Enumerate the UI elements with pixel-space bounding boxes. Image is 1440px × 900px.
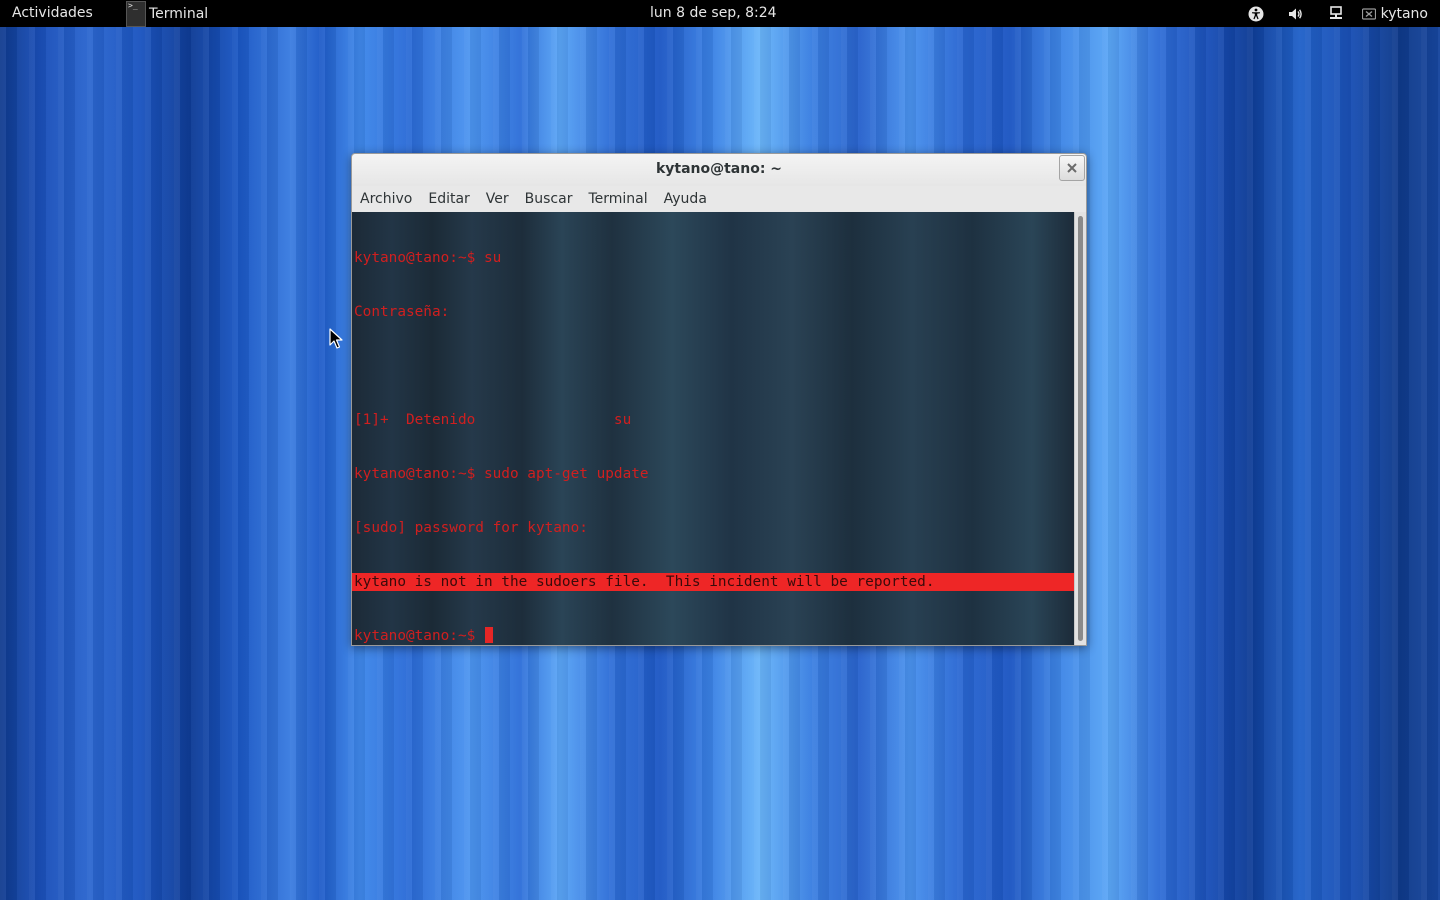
terminal-prompt-line: kytano@tano:~$ bbox=[354, 627, 1074, 645]
terminal-lines: kytano@tano:~$ su Contraseña: [1]+ Deten… bbox=[352, 213, 1074, 645]
close-icon bbox=[1067, 163, 1077, 173]
menu-ver[interactable]: Ver bbox=[478, 191, 517, 207]
terminal-error-line: kytano is not in the sudoers file. This … bbox=[352, 573, 1074, 591]
system-tray: kytano bbox=[1236, 0, 1440, 27]
terminal-scrollbar[interactable] bbox=[1074, 212, 1086, 645]
network-icon[interactable] bbox=[1328, 5, 1344, 22]
terminal-line: Contraseña: bbox=[354, 304, 450, 320]
terminal-output[interactable]: kytano@tano:~$ su Contraseña: [1]+ Deten… bbox=[352, 212, 1074, 645]
scrollbar-thumb[interactable] bbox=[1078, 216, 1083, 641]
volume-icon[interactable] bbox=[1288, 6, 1304, 22]
menubar: Archivo Editar Ver Buscar Terminal Ayuda bbox=[352, 186, 1086, 212]
terminal-app-icon bbox=[126, 0, 146, 27]
terminal-window: kytano@tano: ~ Archivo Editar Ver Buscar… bbox=[351, 153, 1087, 646]
terminal-line: [sudo] password for kytano: bbox=[354, 520, 588, 536]
window-title: kytano@tano: ~ bbox=[655, 161, 783, 177]
app-menu-label: Terminal bbox=[149, 5, 209, 22]
user-name: kytano bbox=[1380, 5, 1428, 22]
window-titlebar[interactable]: kytano@tano: ~ bbox=[352, 154, 1086, 186]
text-cursor bbox=[484, 627, 493, 643]
menu-ayuda[interactable]: Ayuda bbox=[656, 191, 715, 207]
menu-archivo[interactable]: Archivo bbox=[352, 191, 420, 207]
user-menu[interactable]: kytano bbox=[1361, 5, 1428, 22]
terminal-line: kytano@tano:~$ sudo apt-get update bbox=[354, 466, 649, 482]
menu-buscar[interactable]: Buscar bbox=[517, 191, 581, 207]
terminal-prompt: kytano@tano:~$ bbox=[354, 628, 484, 644]
accessibility-icon[interactable] bbox=[1248, 6, 1264, 22]
activities-button[interactable]: Actividades bbox=[12, 5, 93, 21]
user-status-icon bbox=[1361, 7, 1376, 20]
clock[interactable]: lun 8 de sep, 8:24 bbox=[650, 5, 777, 21]
terminal-line: kytano@tano:~$ su bbox=[354, 250, 502, 266]
menu-editar[interactable]: Editar bbox=[420, 191, 477, 207]
top-panel: Actividades Terminal lun 8 de sep, 8:24 bbox=[0, 0, 1440, 27]
close-button[interactable] bbox=[1059, 155, 1085, 181]
terminal-line: [1]+ Detenido su bbox=[354, 412, 632, 428]
menu-terminal[interactable]: Terminal bbox=[580, 191, 655, 207]
mouse-pointer-icon bbox=[329, 328, 343, 349]
app-menu[interactable]: Terminal bbox=[126, 0, 208, 27]
